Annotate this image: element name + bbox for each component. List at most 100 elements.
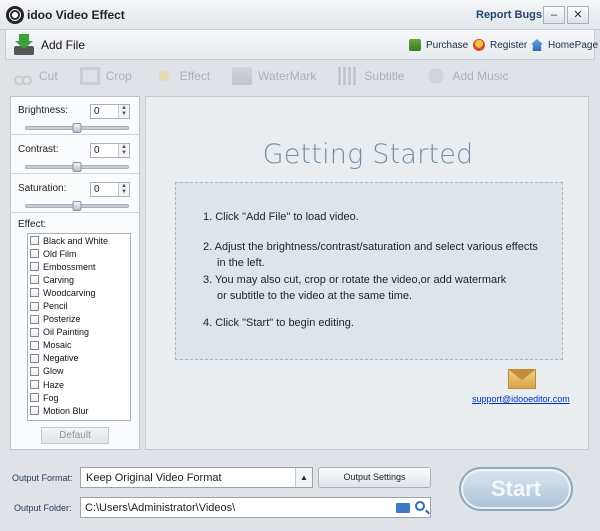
- title-bar: idoo Video Effect Report Bugs – ✕: [0, 0, 600, 30]
- output-folder-label: Output Folder:: [14, 503, 72, 513]
- effect-item[interactable]: Woodcarving: [28, 286, 130, 299]
- checkbox-icon[interactable]: [30, 314, 39, 324]
- checkbox-icon[interactable]: [30, 393, 39, 403]
- purchase-link[interactable]: Purchase: [409, 39, 468, 51]
- effect-item[interactable]: Old Film: [28, 247, 130, 260]
- output-settings-button[interactable]: Output Settings: [318, 467, 431, 488]
- effect-item-label: Motion Blur: [43, 405, 89, 416]
- effect-item[interactable]: Carving: [28, 273, 130, 286]
- subtitle-tool[interactable]: Subtitle: [338, 67, 404, 85]
- effect-item[interactable]: Glow: [28, 365, 130, 378]
- homepage-link[interactable]: HomePage: [531, 39, 598, 51]
- effect-item[interactable]: Posterize: [28, 313, 130, 326]
- effect-item-label: Glow: [43, 366, 64, 377]
- checkbox-icon[interactable]: [30, 262, 39, 272]
- effect-item[interactable]: Motion Blur: [28, 404, 130, 417]
- output-format-label: Output Format:: [12, 473, 73, 483]
- dropdown-arrow-icon[interactable]: ▲: [295, 468, 312, 487]
- minimize-button[interactable]: –: [543, 6, 565, 24]
- checkbox-icon[interactable]: [30, 301, 39, 311]
- support-email-link[interactable]: support@idooeditor.com: [472, 394, 570, 404]
- saturation-group: Saturation: 0 ▲ ▼: [11, 175, 139, 213]
- output-folder-field[interactable]: C:\Users\Administrator\Videos\: [80, 497, 431, 518]
- effect-item-label: Black and White: [43, 235, 109, 246]
- add-music-tool[interactable]: Add Music: [426, 67, 508, 85]
- brightness-label: Brightness:: [18, 105, 69, 116]
- brightness-value: 0: [94, 106, 100, 117]
- add-file-button[interactable]: Add File: [13, 34, 85, 56]
- contrast-slider[interactable]: [25, 162, 129, 172]
- register-link[interactable]: Register: [473, 39, 527, 51]
- contrast-group: Contrast: 0 ▲ ▼: [11, 136, 139, 174]
- cut-tool[interactable]: Cut: [13, 67, 58, 85]
- brightness-spinbox[interactable]: 0 ▲ ▼: [90, 104, 130, 119]
- home-icon: [531, 39, 543, 51]
- effect-item[interactable]: Embossment: [28, 260, 130, 273]
- getting-started-title: Getting Started: [262, 139, 474, 170]
- music-icon: [426, 67, 447, 85]
- checkbox-icon[interactable]: [30, 353, 39, 363]
- default-button[interactable]: Default: [41, 427, 109, 444]
- add-file-icon: [13, 34, 35, 56]
- checkbox-icon[interactable]: [30, 366, 39, 376]
- watermark-icon: [232, 67, 253, 85]
- effect-icon: [153, 67, 174, 85]
- contrast-label: Contrast:: [18, 144, 59, 155]
- crop-tool[interactable]: Crop: [79, 67, 132, 85]
- effect-item-label: Pencil: [43, 301, 68, 312]
- envelope-icon[interactable]: [508, 369, 536, 389]
- step-2-continued-text: in the left.: [217, 257, 265, 269]
- output-format-value: Keep Original Video Format: [86, 472, 222, 484]
- preview-area: Getting Started 1. Click "Add File" to l…: [145, 96, 589, 450]
- saturation-value: 0: [94, 184, 100, 195]
- start-button[interactable]: Start: [459, 467, 573, 511]
- saturation-slider-thumb[interactable]: [72, 201, 82, 211]
- step-2-text: 2. Adjust the brightness/contrast/satura…: [203, 241, 538, 253]
- checkbox-icon[interactable]: [30, 288, 39, 298]
- effect-item[interactable]: Pencil: [28, 299, 130, 312]
- effect-tool[interactable]: Effect: [153, 67, 210, 85]
- effect-item-label: Oil Painting: [43, 327, 90, 338]
- output-format-select[interactable]: Keep Original Video Format ▲: [80, 467, 313, 488]
- checkbox-icon[interactable]: [30, 275, 39, 285]
- effect-item[interactable]: Haze: [28, 378, 130, 391]
- contrast-slider-thumb[interactable]: [72, 162, 82, 172]
- effect-item[interactable]: Fog: [28, 391, 130, 404]
- saturation-slider[interactable]: [25, 201, 129, 211]
- checkbox-icon[interactable]: [30, 340, 39, 350]
- search-icon[interactable]: [415, 501, 425, 511]
- contrast-spinbox[interactable]: 0 ▲ ▼: [90, 143, 130, 158]
- folder-icon[interactable]: [396, 503, 410, 513]
- effect-item[interactable]: Oil Painting: [28, 326, 130, 339]
- watermark-tool[interactable]: WaterMark: [232, 67, 316, 85]
- effect-list-label: Effect:: [18, 219, 47, 230]
- effect-item[interactable]: Negative: [28, 352, 130, 365]
- spin-arrows-icon[interactable]: ▲ ▼: [118, 183, 129, 196]
- step-3-continued-text: or subtitle to the video at the same tim…: [217, 290, 413, 302]
- saturation-label: Saturation:: [18, 183, 67, 194]
- saturation-spinbox[interactable]: 0 ▲ ▼: [90, 182, 130, 197]
- brightness-slider[interactable]: [25, 123, 129, 133]
- effect-item[interactable]: Mosaic: [28, 339, 130, 352]
- checkbox-icon[interactable]: [30, 380, 39, 390]
- register-label: Register: [490, 39, 528, 51]
- effect-item-label: Negative: [43, 353, 79, 364]
- brightness-slider-thumb[interactable]: [72, 123, 82, 133]
- report-bugs-link[interactable]: Report Bugs: [476, 9, 542, 21]
- spin-arrows-icon[interactable]: ▲ ▼: [118, 105, 129, 118]
- add-file-label: Add File: [41, 38, 86, 52]
- purchase-label: Purchase: [426, 39, 469, 51]
- effect-item[interactable]: Black and White: [28, 234, 130, 247]
- checkbox-icon[interactable]: [30, 327, 39, 337]
- close-button[interactable]: ✕: [567, 6, 589, 24]
- checkbox-icon[interactable]: [30, 236, 39, 246]
- subtitle-label: Subtitle: [364, 69, 405, 83]
- contrast-value: 0: [94, 145, 100, 156]
- cart-icon: [409, 39, 421, 51]
- watermark-label: WaterMark: [258, 69, 317, 83]
- checkbox-icon[interactable]: [30, 249, 39, 259]
- effect-item-label: Haze: [43, 379, 65, 390]
- spin-arrows-icon[interactable]: ▲ ▼: [118, 144, 129, 157]
- app-title: idoo Video Effect: [27, 8, 125, 22]
- checkbox-icon[interactable]: [30, 406, 39, 416]
